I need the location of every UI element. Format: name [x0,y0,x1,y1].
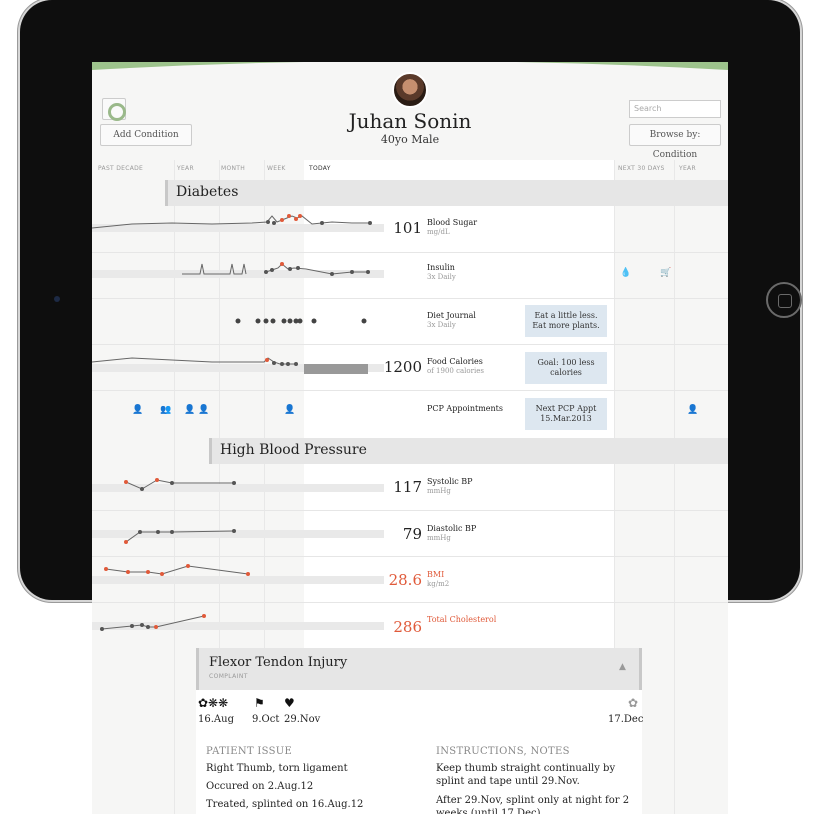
timeline-year[interactable]: YEAR [177,165,194,172]
bmi-label[interactable]: BMI [427,570,444,579]
pcp-note[interactable]: Next PCP Appt 15.Mar.2013 [525,398,607,430]
systolic-value: 117 [393,478,422,496]
injury-subtitle: COMPLAINT [209,673,248,680]
person-icon[interactable]: 👤 [184,405,195,415]
injury-title: Flexor Tendon Injury [209,655,348,670]
person-icon[interactable]: 👤 [198,405,209,415]
section-title: Diabetes [176,184,239,200]
instruction-line: Keep thumb straight continually by splin… [436,763,616,787]
browse-button[interactable]: Browse by: Condition [629,124,721,160]
event-date: 9.Oct [252,714,280,725]
cart-icon[interactable]: 🛒 [660,268,671,278]
event-date: 29.Nov [284,714,321,725]
flag-icon[interactable]: ⚑ [254,696,265,710]
issue-line: Treated, splinted on 16.Aug.12 [206,799,364,810]
cholesterol-label[interactable]: Total Cholesterol [427,615,496,624]
calories-value: 1200 [383,358,422,376]
timeline-year-future[interactable]: YEAR [679,165,696,172]
screen: Juhan Sonin 40yo Male Add Condition Sear… [92,62,728,814]
systolic-unit: mmHg [427,487,451,495]
search-input[interactable]: Search [629,100,721,118]
person-icon[interactable]: 👤 [132,405,143,415]
section-title: High Blood Pressure [220,442,367,458]
diastolic-value: 79 [402,525,422,543]
droplet-icon: 💧 [620,268,632,278]
section-diabetes[interactable]: Diabetes [165,180,728,206]
add-condition-button[interactable]: Add Condition [100,124,192,146]
diet-unit: 3x Daily [427,321,456,329]
blood-sugar-label[interactable]: Blood Sugar [427,218,477,227]
pcp-label[interactable]: PCP Appointments [427,404,503,413]
instructions-title: INSTRUCTIONS, NOTES [436,746,570,757]
patient-issue-title: PATIENT ISSUE [206,746,293,757]
insulin-label[interactable]: Insulin [427,263,455,272]
diet-note[interactable]: Eat a little less. Eat more plants. [525,305,607,337]
event-icons-start[interactable]: ✿❋❋ [198,696,228,710]
insulin-unit: 3x Daily [427,273,456,281]
injury-card: Flexor Tendon Injury COMPLAINT ▲ ✿❋❋ ⚑ ♥… [196,648,644,814]
home-button[interactable] [766,282,802,318]
person-icon[interactable]: 👥 [160,405,171,415]
blood-sugar-value: 101 [393,219,422,237]
timeline-month[interactable]: MONTH [221,165,245,172]
person-icon[interactable]: 👤 [284,405,295,415]
instruction-line: After 29.Nov, splint only at night for 2… [436,795,630,814]
person-icon[interactable]: 👤 [687,405,698,415]
avatar[interactable] [392,72,428,108]
event-date: 16.Aug [198,714,234,725]
section-high-blood-pressure[interactable]: High Blood Pressure [209,438,728,464]
calories-note[interactable]: Goal: 100 less calories [525,352,607,384]
timeline-week[interactable]: WEEK [267,165,286,172]
chevron-up-icon[interactable]: ▲ [619,662,626,672]
issue-line: Right Thumb, torn ligament [206,763,348,774]
patient-name: Juhan Sonin [348,109,472,133]
timeline-header: PAST DECADE YEAR MONTH WEEK TODAY NEXT 3… [92,160,728,180]
insulin-chart [92,262,384,278]
blood-sugar-unit: mg/dL [427,228,450,236]
timeline-today[interactable]: TODAY [309,165,331,172]
row-divider [92,390,728,391]
diet-label[interactable]: Diet Journal [427,311,476,320]
camera [54,296,60,302]
calories-unit: of 1900 calories [427,367,484,375]
injury-card-header[interactable]: Flexor Tendon Injury COMPLAINT ▲ [196,648,642,690]
event-date: 17.Dec [608,714,644,725]
bmi-unit: kg/m2 [427,580,450,588]
timeline-past-decade[interactable]: PAST DECADE [98,165,143,172]
diastolic-label[interactable]: Diastolic BP [427,524,476,533]
calories-label[interactable]: Food Calories [427,357,483,366]
diastolic-unit: mmHg [427,534,451,542]
bmi-value: 28.6 [388,571,422,589]
systolic-label[interactable]: Systolic BP [427,477,473,486]
cholesterol-value: 286 [393,618,422,636]
app-logo-button[interactable] [102,98,126,121]
patient-meta: 40yo Male [380,133,440,146]
diet-chart [235,318,367,324]
flower-icon[interactable]: ✿ [628,696,638,710]
issue-line: Occured on 2.Aug.12 [206,781,314,792]
heart-icon[interactable]: ♥ [284,696,295,710]
timeline-next-30[interactable]: NEXT 30 DAYS [618,165,665,172]
